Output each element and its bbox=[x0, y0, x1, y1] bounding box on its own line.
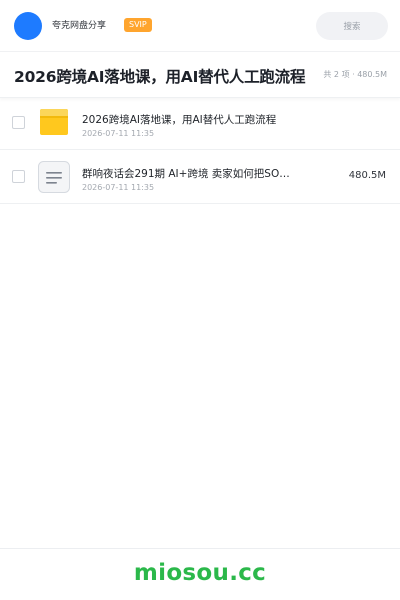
list-item[interactable]: 群响夜话会291期 AI+跨境 卖家如何把SO… 2026-07-11 11:3… bbox=[0, 150, 400, 204]
file-name[interactable]: 群响夜话会291期 AI+跨境 卖家如何把SO… bbox=[82, 166, 290, 181]
avatar[interactable] bbox=[14, 12, 42, 40]
document-icon bbox=[38, 161, 70, 193]
file-name[interactable]: 2026跨境AI落地课，用AI替代人工跑流程 bbox=[82, 112, 276, 127]
list-item[interactable]: 2026跨境AI落地课，用AI替代人工跑流程 2026-07-11 11:35 bbox=[0, 96, 400, 150]
file-date: 2026-07-11 11:35 bbox=[82, 183, 155, 192]
page-title: 2026跨境AI落地课，用AI替代人工跑流程 bbox=[14, 68, 306, 86]
top-bar: 夸克网盘分享 SVIP 搜索 bbox=[0, 0, 400, 52]
folder-icon bbox=[40, 109, 68, 135]
share-title-bar: 2026跨境AI落地课，用AI替代人工跑流程 共 2 项 · 480.5M bbox=[0, 52, 400, 98]
search-label: 搜索 bbox=[343, 22, 361, 32]
select-checkbox[interactable] bbox=[12, 170, 25, 183]
brand-name: 夸克网盘分享 bbox=[52, 21, 107, 31]
file-date: 2026-07-11 11:35 bbox=[82, 129, 155, 138]
file-size: 480.5M bbox=[348, 170, 386, 181]
watermark: miosou.cc bbox=[133, 560, 267, 586]
select-checkbox[interactable] bbox=[12, 116, 25, 129]
share-summary: 共 2 项 · 480.5M bbox=[323, 70, 387, 79]
svip-badge: SVIP bbox=[124, 18, 152, 32]
search-button[interactable]: 搜索 bbox=[316, 12, 388, 40]
